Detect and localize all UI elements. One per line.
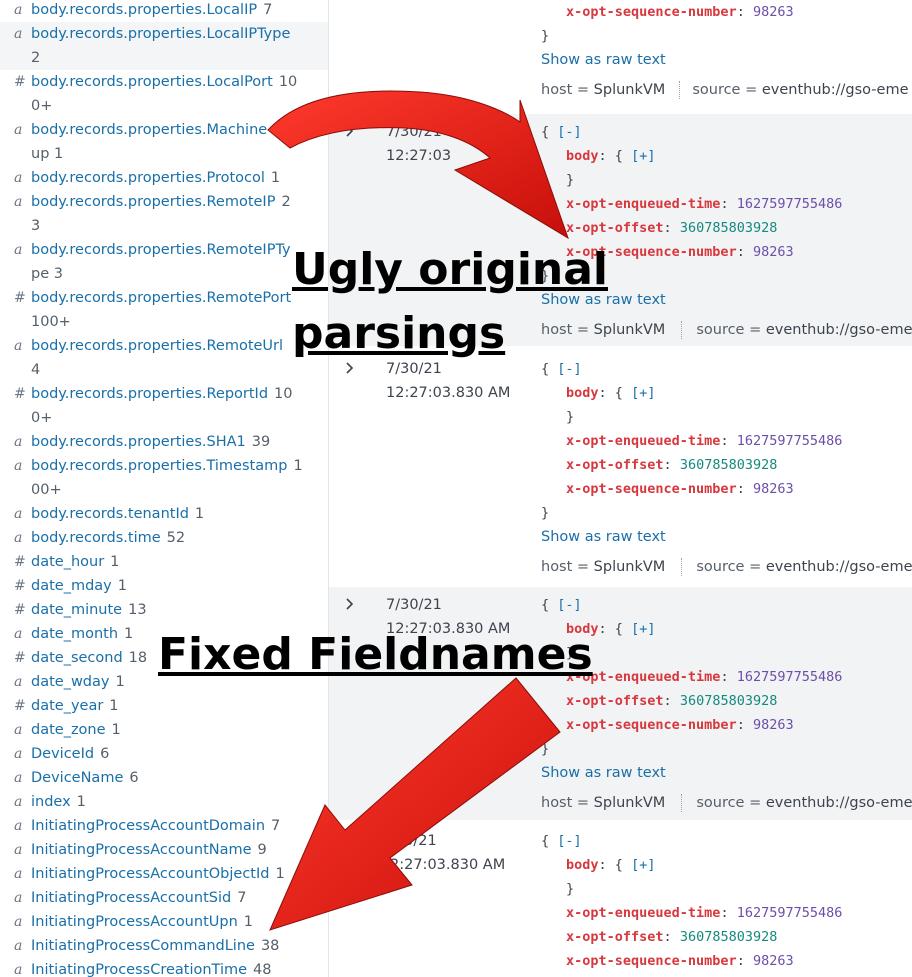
curved-arrow-icon [267,90,569,240]
diagonal-arrow-icon [269,677,561,931]
annotation-fixed-fieldnames: Fixed Fieldnames [158,629,593,680]
annotation-arrows [267,90,569,931]
annotation-parsings: parsings [292,308,506,359]
annotation-ugly-original: Ugly original [292,244,608,295]
